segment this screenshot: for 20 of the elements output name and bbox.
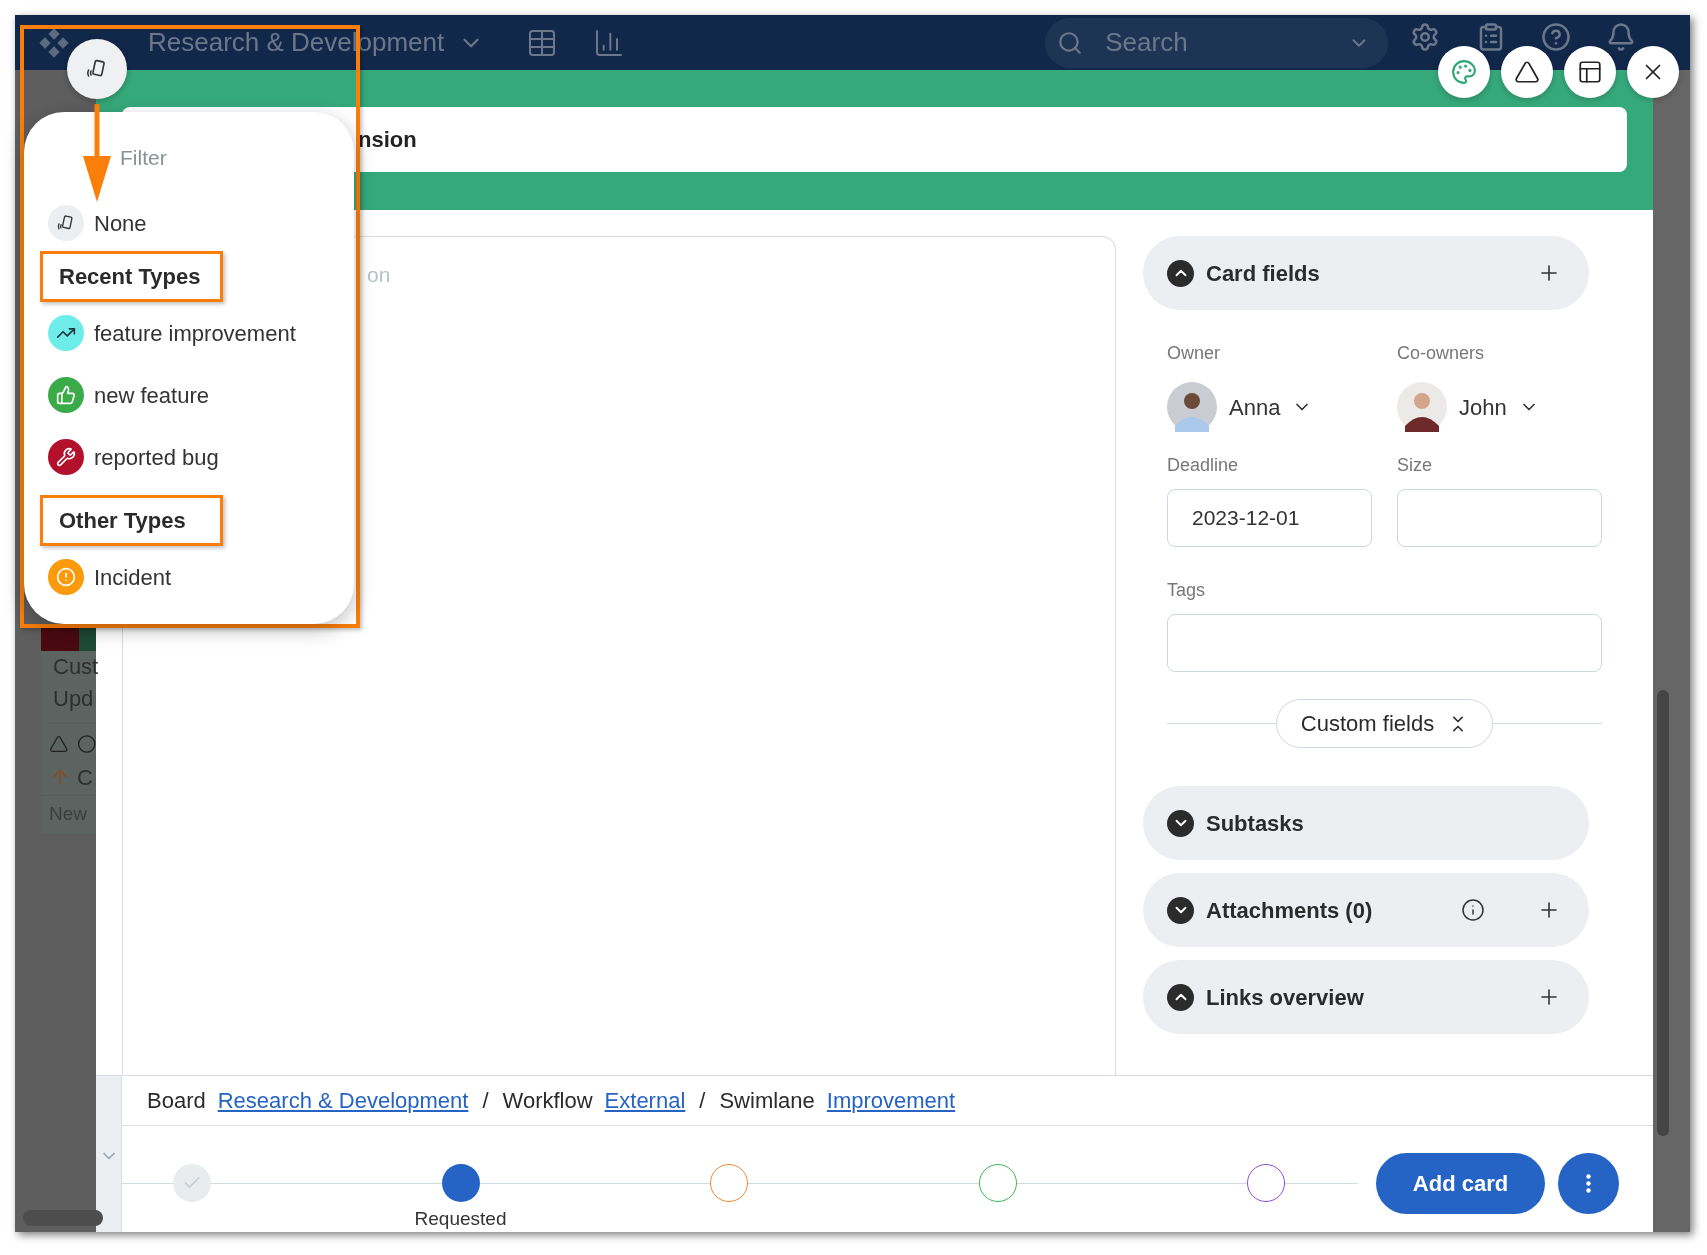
section-title: Attachments (0) [1206, 896, 1373, 925]
section-title: Card fields [1206, 259, 1320, 288]
breadcrumb-separator: / [699, 1087, 706, 1115]
title-text: nsion [358, 126, 417, 154]
breadcrumb-label: Swimlane [719, 1087, 815, 1115]
section-title: Subtasks [1206, 809, 1304, 838]
breadcrumb-label: Board [147, 1087, 206, 1115]
owner-label: Owner [1167, 342, 1221, 365]
size-label: Size [1397, 454, 1433, 477]
tags-label: Tags [1167, 579, 1207, 602]
group-heading: Recent Types [40, 251, 223, 302]
search-placeholder: Search [1105, 26, 1188, 59]
breadcrumb-separator: / [482, 1087, 489, 1115]
step-label: Requested [414, 1207, 507, 1231]
description-placeholder: on [367, 263, 391, 286]
section-title: Links overview [1206, 983, 1364, 1012]
group-heading: Other Types [40, 495, 223, 546]
co-owners-label: Co-owners [1397, 342, 1486, 365]
breadcrumb-label: Workflow [502, 1087, 593, 1115]
deadline-label: Deadline [1167, 454, 1240, 477]
